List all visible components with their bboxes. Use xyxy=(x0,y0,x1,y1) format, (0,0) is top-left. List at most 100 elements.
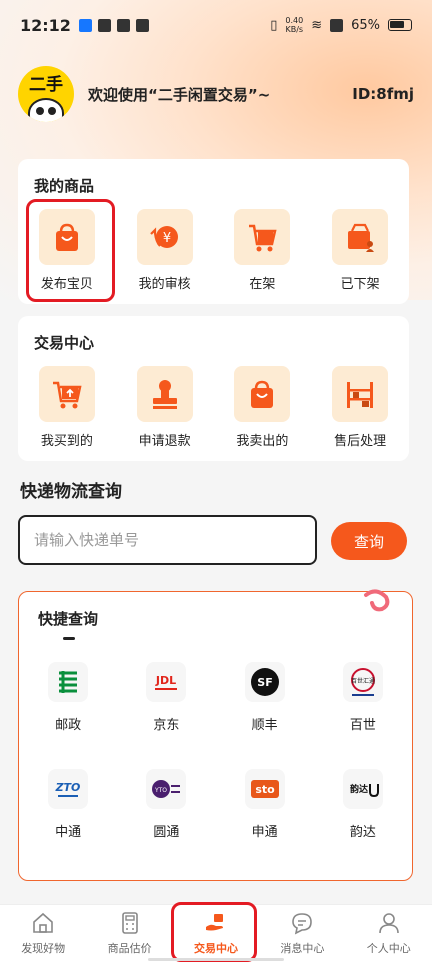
tracking-number-input[interactable] xyxy=(18,515,317,565)
after-sales-button[interactable]: 售后处理 xyxy=(311,366,409,449)
my-review-label: 我的审核 xyxy=(138,277,191,292)
sto-logo-text: sto xyxy=(255,783,275,796)
best-express-logo-icon: 百世汇通 xyxy=(342,662,383,702)
avatar[interactable]: 二手 xyxy=(18,66,74,122)
on-shelf-label: 在架 xyxy=(249,277,276,292)
nav-label: 消息中心 xyxy=(280,942,325,955)
net-speed: 0.40 KB/s xyxy=(285,16,303,34)
my-goods-title: 我的商品 xyxy=(34,177,95,195)
alipay-icon xyxy=(78,18,92,32)
courier-label: 圆通 xyxy=(153,825,180,840)
sf-express-logo-icon: SF xyxy=(244,662,285,702)
trade-center-actions: 我买到的 申请退款 我卖出的 售后处理 xyxy=(18,366,409,449)
battery-percent: 65% xyxy=(351,17,380,33)
play-icon xyxy=(116,18,130,32)
courier-label: 顺丰 xyxy=(251,718,278,733)
chat-bubble-icon xyxy=(292,913,313,935)
sf-logo-text: SF xyxy=(257,676,272,689)
courier-jd[interactable]: JDL 京东 xyxy=(117,662,215,733)
bought-label: 我买到的 xyxy=(40,434,93,449)
yto-logo-icon: YTO xyxy=(146,769,187,809)
publish-highlight-box xyxy=(26,199,115,302)
nav-label: 商品估价 xyxy=(107,942,152,955)
bought-button[interactable]: 我买到的 xyxy=(18,366,116,449)
status-right: ▯ 0.40 KB/s ≋ 65% xyxy=(270,16,412,34)
cart-upload-icon xyxy=(38,366,95,422)
home-indicator xyxy=(148,958,284,961)
trade-center-card: 交易中心 我买到的 申请退款 我卖出的 售后处理 xyxy=(18,316,409,461)
ribbon-decoration-icon xyxy=(364,589,390,612)
nav-discover[interactable]: 发现好物 xyxy=(0,905,86,964)
calculator-icon xyxy=(121,912,138,934)
home-icon xyxy=(33,912,53,933)
stamp-icon xyxy=(136,366,193,422)
sold-label: 我卖出的 xyxy=(236,434,289,449)
trade-center-highlight-box xyxy=(171,902,257,962)
yunda-logo-text: 韵达 xyxy=(350,783,368,795)
welcome-text: 欢迎使用“二手闲置交易”~ xyxy=(88,85,271,104)
zto-logo-text: ZTO xyxy=(55,781,81,794)
courier-label: 中通 xyxy=(55,825,82,840)
courier-label: 韵达 xyxy=(349,825,376,840)
yunda-logo-icon: 韵达 xyxy=(342,769,383,809)
refund-label: 申请退款 xyxy=(138,434,191,449)
panda-icon xyxy=(28,98,64,122)
svg-text:¥: ¥ xyxy=(162,231,170,246)
courier-label: 京东 xyxy=(153,718,180,733)
quick-query-card: 快捷查询 邮政 JDL 京东 SF 顺丰 百世汇通 百世 ZTO 中通 YTO … xyxy=(18,591,413,881)
jd-logistics-logo-icon: JDL xyxy=(146,662,187,702)
on-shelf-button[interactable]: 在架 xyxy=(214,209,312,292)
sold-button[interactable]: 我卖出的 xyxy=(214,366,312,449)
shopping-cart-icon xyxy=(234,209,291,265)
zto-logo-icon: ZTO xyxy=(48,769,89,809)
courier-best[interactable]: 百世汇通 百世 xyxy=(314,662,412,733)
title-underline xyxy=(63,637,75,640)
nav-valuation[interactable]: 商品估价 xyxy=(86,905,172,964)
courier-sto[interactable]: sto 申通 xyxy=(216,769,314,840)
my-review-button[interactable]: ¥ 我的审核 xyxy=(116,209,214,292)
best-logo-text: 百世汇通 xyxy=(351,677,375,685)
yto-logo-text: YTO xyxy=(154,787,167,794)
quick-query-title: 快捷查询 xyxy=(38,610,99,628)
off-shelf-button[interactable]: 已下架 xyxy=(311,209,409,292)
logistics-title: 快递物流查询 xyxy=(20,482,122,502)
courier-yunda[interactable]: 韵达 韵达 xyxy=(314,769,412,840)
sim-icon xyxy=(330,18,344,32)
nav-messages[interactable]: 消息中心 xyxy=(259,905,345,964)
box-person-icon xyxy=(332,209,389,265)
after-sales-label: 售后处理 xyxy=(334,434,387,449)
sto-logo-icon: sto xyxy=(244,769,285,809)
net-speed-value: 0.40 xyxy=(285,16,304,25)
wifi-icon: ≋ xyxy=(311,17,323,33)
shopping-bag-icon xyxy=(234,366,291,422)
status-time: 12:12 xyxy=(20,15,71,35)
person-icon xyxy=(378,913,399,934)
notification-icons xyxy=(78,18,149,32)
user-header: 二手 欢迎使用“二手闲置交易”~ ID:8fmj xyxy=(18,66,414,122)
courier-label: 邮政 xyxy=(55,718,82,733)
nav-profile[interactable]: 个人中心 xyxy=(346,905,432,964)
net-speed-unit: KB/s xyxy=(285,25,304,34)
vibrate-icon: ▯ xyxy=(270,17,278,33)
status-bar: 12:12 ▯ 0.40 KB/s ≋ 65% xyxy=(0,0,432,50)
warehouse-shelf-icon xyxy=(332,366,389,422)
user-id: ID:8fmj xyxy=(352,85,414,103)
courier-zto[interactable]: ZTO 中通 xyxy=(19,769,117,840)
courier-grid: 邮政 JDL 京东 SF 顺丰 百世汇通 百世 ZTO 中通 YTO 圆通 st… xyxy=(19,662,412,840)
app-notification-icon xyxy=(97,18,111,32)
china-post-logo-icon xyxy=(48,662,89,702)
refund-button[interactable]: 申请退款 xyxy=(116,366,214,449)
message-icon xyxy=(135,18,149,32)
off-shelf-label: 已下架 xyxy=(340,277,380,292)
yen-refresh-icon: ¥ xyxy=(136,209,193,265)
courier-ems[interactable]: 邮政 xyxy=(19,662,117,733)
jd-logo-text: JDL xyxy=(155,674,176,687)
courier-label: 百世 xyxy=(349,718,376,733)
nav-label: 发现好物 xyxy=(21,942,66,955)
courier-label: 申通 xyxy=(251,825,278,840)
query-button[interactable]: 查询 xyxy=(331,522,407,560)
courier-sf[interactable]: SF 顺丰 xyxy=(216,662,314,733)
battery-icon xyxy=(388,19,412,31)
courier-yto[interactable]: YTO 圆通 xyxy=(117,769,215,840)
avatar-text: 二手 xyxy=(29,75,63,95)
